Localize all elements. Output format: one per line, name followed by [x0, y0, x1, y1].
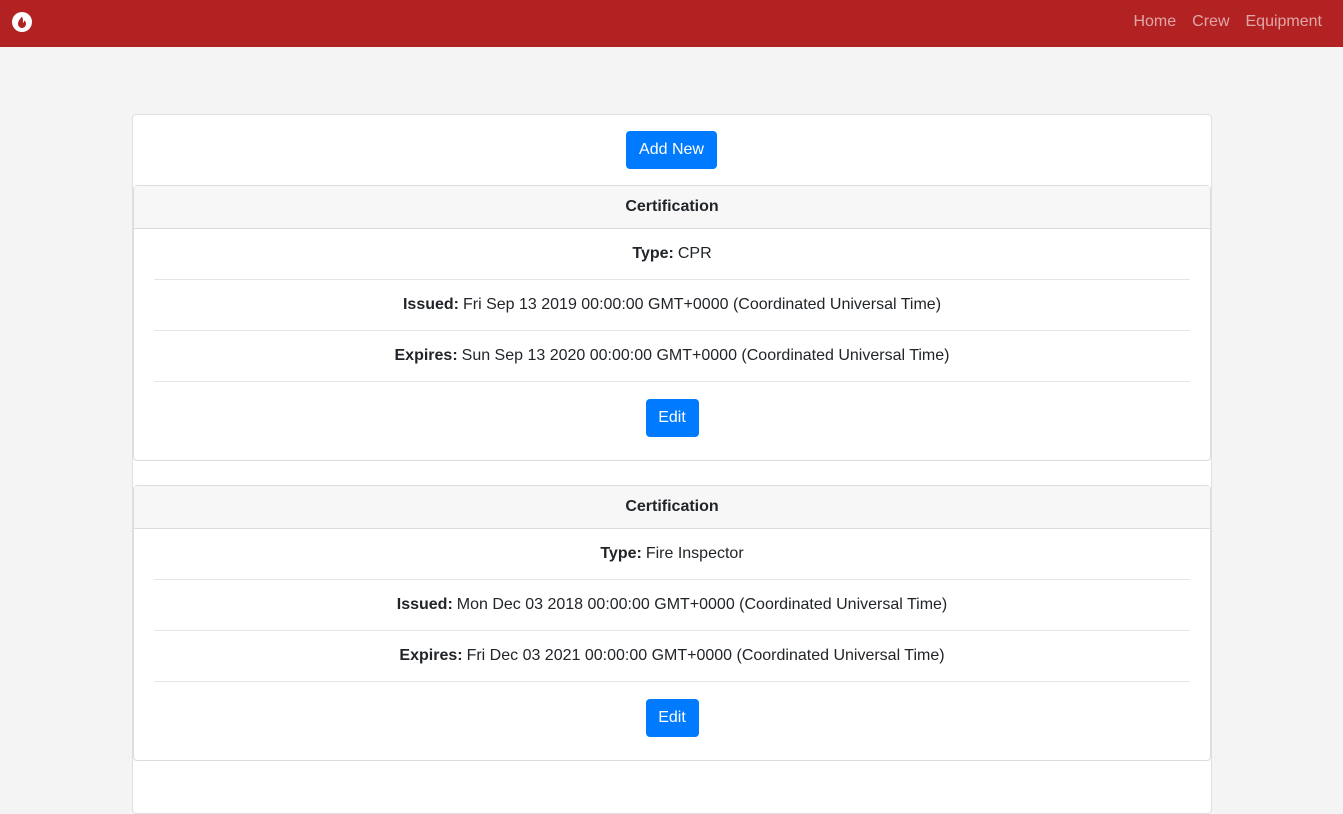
edit-button[interactable]: Edit — [645, 699, 699, 737]
issued-row: Issued: Mon Dec 03 2018 00:00:00 GMT+000… — [154, 580, 1190, 631]
card-header: Certification — [134, 186, 1210, 229]
nav-link-crew[interactable]: Crew — [1192, 13, 1229, 31]
card-header: Certification — [134, 486, 1210, 529]
edit-wrap: Edit — [154, 682, 1190, 754]
card-body: Type: CPR Issued: Fri Sep 13 2019 00:00:… — [134, 229, 1210, 454]
type-row: Type: CPR — [154, 229, 1190, 280]
add-new-button[interactable]: Add New — [626, 131, 717, 169]
issued-value: Fri Sep 13 2019 00:00:00 GMT+0000 (Coord… — [462, 296, 942, 313]
navbar: Home Crew Equipment — [0, 0, 1343, 47]
type-label: Type: — [600, 545, 642, 562]
certifications-panel: Add New Certification Type: CPR Issued: … — [132, 114, 1212, 814]
certification-card: Certification Type: Fire Inspector Issue… — [133, 485, 1211, 761]
certification-card: Certification Type: CPR Issued: Fri Sep … — [133, 185, 1211, 461]
issued-label: Issued: — [402, 296, 459, 313]
nav-link-home[interactable]: Home — [1133, 13, 1176, 31]
card-body: Type: Fire Inspector Issued: Mon Dec 03 … — [134, 529, 1210, 754]
expires-label: Expires: — [399, 647, 463, 664]
issued-value: Mon Dec 03 2018 00:00:00 GMT+0000 (Coord… — [456, 596, 948, 613]
nav-link-equipment[interactable]: Equipment — [1246, 13, 1323, 31]
edit-wrap: Edit — [154, 382, 1190, 454]
issued-label: Issued: — [396, 596, 453, 613]
nav-links: Home Crew Equipment — [1117, 0, 1322, 43]
expires-value: Sun Sep 13 2020 00:00:00 GMT+0000 (Coord… — [461, 347, 950, 364]
type-label: Type: — [632, 245, 674, 262]
expires-value: Fri Dec 03 2021 00:00:00 GMT+0000 (Coord… — [466, 647, 945, 664]
type-row: Type: Fire Inspector — [154, 529, 1190, 580]
expires-row: Expires: Fri Dec 03 2021 00:00:00 GMT+00… — [154, 631, 1190, 682]
type-value: CPR — [677, 245, 712, 262]
edit-button[interactable]: Edit — [645, 399, 699, 437]
issued-row: Issued: Fri Sep 13 2019 00:00:00 GMT+000… — [154, 280, 1190, 331]
type-value: Fire Inspector — [645, 545, 744, 562]
fire-icon[interactable] — [11, 11, 33, 33]
expires-label: Expires: — [394, 347, 458, 364]
expires-row: Expires: Sun Sep 13 2020 00:00:00 GMT+00… — [154, 331, 1190, 382]
